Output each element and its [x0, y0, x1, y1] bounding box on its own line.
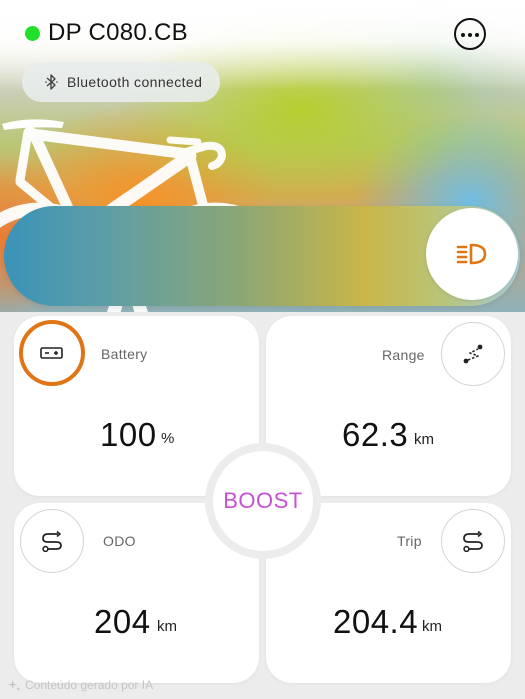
range-unit: km: [414, 431, 434, 448]
watermark-text: Conteúdo gerado por IA: [25, 678, 154, 692]
odo-value: 204: [94, 603, 151, 640]
ai-content-watermark: Conteúdo gerado por IA: [8, 678, 153, 692]
battery-value: 100: [100, 416, 157, 453]
more-dot: [474, 32, 479, 37]
odo-unit: km: [157, 618, 177, 635]
odo-label: ODO: [103, 533, 136, 549]
route-icon: [463, 344, 483, 364]
range-icon-button[interactable]: [441, 322, 505, 386]
path-icon: [463, 530, 483, 552]
more-options-button[interactable]: [454, 18, 486, 50]
bluetooth-status-pill[interactable]: Bluetooth connected: [22, 62, 220, 102]
battery-unit: %: [161, 430, 175, 447]
trip-value: 204.4: [333, 603, 419, 640]
odo-icon-button[interactable]: [20, 509, 84, 573]
battery-label: Battery: [101, 346, 148, 362]
range-label: Range: [382, 347, 425, 363]
boost-button-ring: BOOST: [205, 443, 321, 559]
trip-label: Trip: [397, 533, 422, 549]
battery-icon-ring: [19, 320, 85, 386]
trip-unit: km: [422, 618, 442, 635]
light-toggle-button[interactable]: [426, 208, 518, 300]
connection-status-dot: [25, 26, 40, 41]
path-icon: [42, 530, 62, 552]
sparkle-icon: [8, 679, 21, 691]
boost-button[interactable]: BOOST: [213, 451, 313, 551]
bluetooth-status-label: Bluetooth connected: [67, 74, 203, 90]
headlight-icon: [456, 243, 487, 265]
bluetooth-icon: [42, 72, 62, 92]
battery-icon: [40, 347, 63, 359]
trip-icon-button[interactable]: [441, 509, 505, 573]
app-screen: DP C080.CB Bluetooth connected Battery 1…: [0, 0, 525, 699]
more-horizontal-icon: [460, 32, 465, 37]
range-value: 62.3: [342, 416, 409, 453]
more-dot: [467, 32, 472, 37]
device-name: DP C080.CB: [48, 19, 188, 46]
